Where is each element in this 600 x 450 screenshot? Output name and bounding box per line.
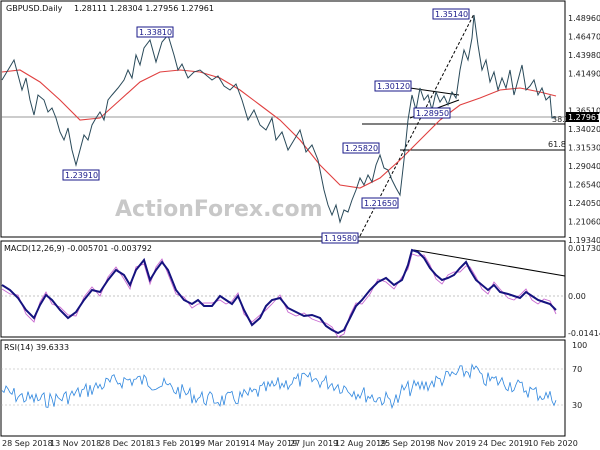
x-axis: 28 Sep 201813 Nov 201828 Dec 201813 Feb … — [2, 439, 578, 448]
annotation-label: 1.21650 — [364, 199, 397, 208]
price-tick-label: 1.46470 — [568, 33, 600, 42]
macd-title: MACD(12,26,9) -0.005701 -0.003792 — [4, 244, 152, 253]
forex-chart: ActionForex.com GBPUSD.Daily 1.28111 1.2… — [0, 0, 600, 448]
price-tick-label: 1.21060 — [568, 218, 600, 227]
header-ohlc: 1.28111 1.28304 1.27956 1.27961 — [74, 4, 214, 13]
price-tick-label: 1.31530 — [568, 144, 600, 153]
x-tick-label: 13 Feb 2019 — [150, 439, 200, 448]
watermark: ActionForex.com — [115, 197, 323, 222]
price-y-axis: 1.489601.464701.439801.414901.365101.340… — [568, 14, 600, 245]
x-tick-label: 28 Sep 2018 — [2, 439, 53, 448]
macd-tick-label: 0.017302 — [568, 244, 600, 253]
annotation-label: 1.19580 — [324, 234, 357, 243]
annotation-label: 1.25820 — [345, 144, 378, 153]
rsi-title: RSI(14) 39.6333 — [4, 343, 69, 352]
x-tick-label: 10 Feb 2020 — [528, 439, 578, 448]
x-tick-label: 28 Dec 2018 — [100, 439, 151, 448]
rsi-panel — [0, 339, 566, 437]
annotation-label: 1.23910 — [65, 171, 98, 180]
x-tick-label: 8 Nov 2019 — [430, 439, 476, 448]
price-tick-label: 1.41490 — [568, 70, 600, 79]
x-tick-label: 13 Nov 2018 — [50, 439, 101, 448]
x-tick-label: 25 Sep 2019 — [380, 439, 431, 448]
rsi-y-axis: 100 70 30 — [572, 341, 587, 410]
annotation-label: 1.30120 — [377, 82, 410, 91]
x-tick-label: 27 Jun 2019 — [290, 439, 338, 448]
fib-618-label: 61.8 — [548, 140, 566, 149]
macd-panel — [0, 240, 566, 338]
price-tick-label: 1.34020 — [568, 125, 600, 134]
x-tick-label: 24 Dec 2019 — [478, 439, 529, 448]
rsi-tick-label: 30 — [572, 401, 582, 410]
annotation-label: 1.35140 — [435, 10, 468, 19]
price-tick-label: 1.24050 — [568, 199, 600, 208]
price-tick-label: 1.43980 — [568, 51, 600, 60]
price-tick-label: 1.48960 — [568, 14, 600, 23]
annotation-label: 1.28950 — [416, 109, 449, 118]
x-tick-label: 29 Mar 2019 — [195, 439, 246, 448]
price-tick-label: 1.29040 — [568, 162, 600, 171]
macd-tick-label: -0.014148 — [568, 329, 600, 338]
macd-y-axis: 0.017302 0.00 -0.014148 — [568, 244, 600, 338]
macd-tick-label: 0.00 — [568, 292, 586, 301]
rsi-tick-label: 70 — [572, 365, 582, 374]
rsi-tick-label: 100 — [572, 341, 587, 350]
last-price-tag: 1.27961 — [568, 113, 600, 122]
price-tick-label: 1.26540 — [568, 181, 600, 190]
x-tick-label: 12 Aug 2019 — [335, 439, 386, 448]
header-symbol: GBPUSD.Daily — [6, 4, 63, 13]
annotation-label: 1.33810 — [139, 28, 172, 37]
